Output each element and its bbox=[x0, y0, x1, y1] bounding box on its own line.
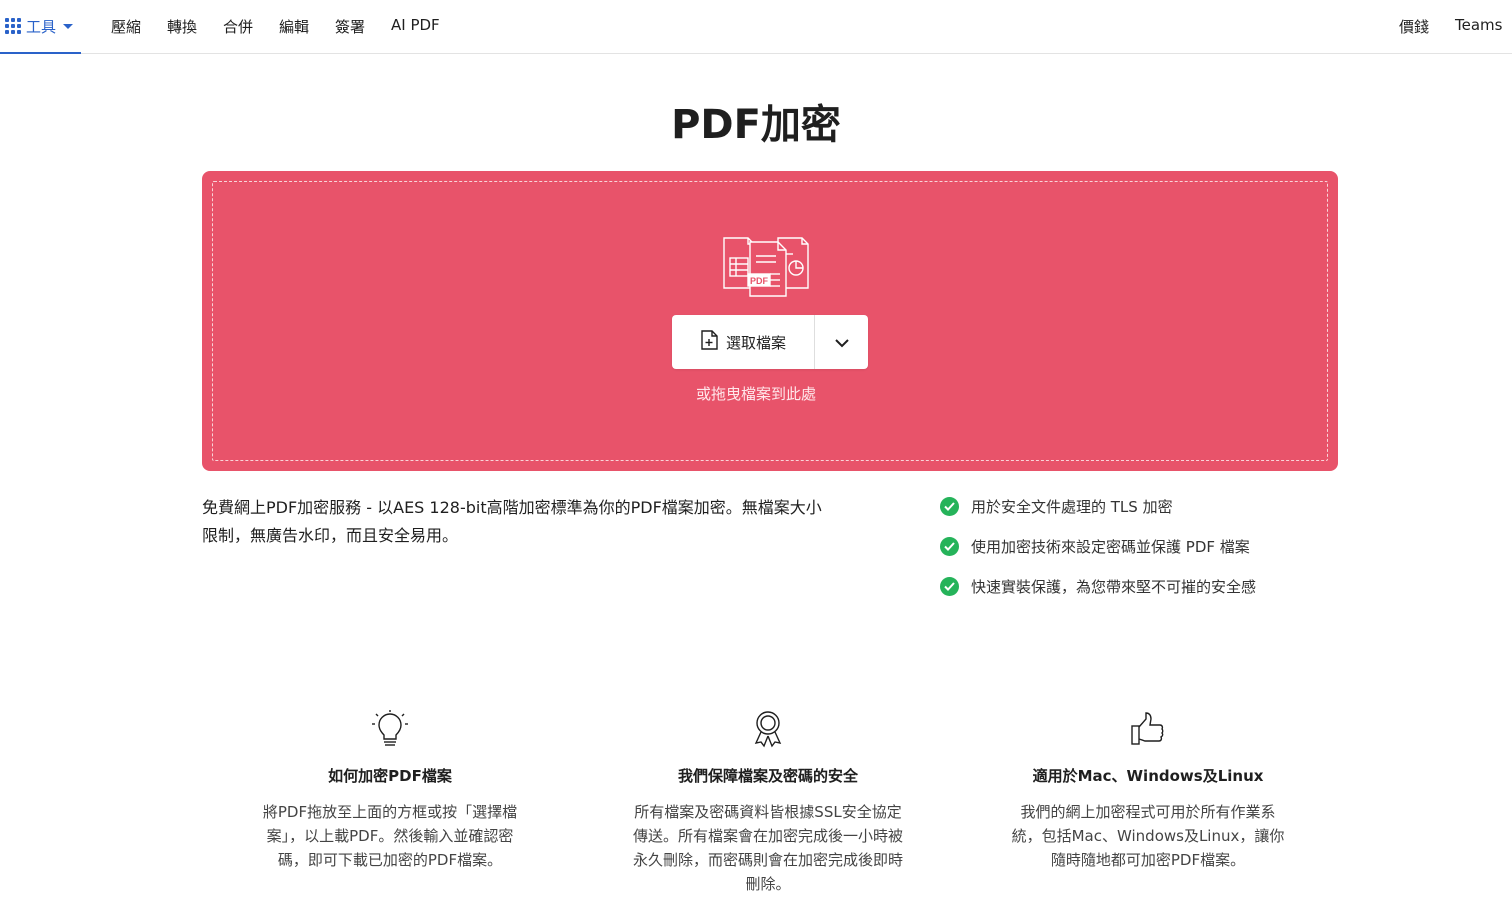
intro-description: 免費網上PDF加密服務 - 以AES 128-bit高階加密標準為你的PDF檔案… bbox=[202, 498, 822, 545]
feature-item: 用於安全文件處理的 TLS 加密 bbox=[940, 494, 1340, 518]
thumbs-up-icon bbox=[998, 708, 1298, 750]
tools-menu-button[interactable]: 工具 bbox=[0, 0, 81, 54]
page-title: PDF加密 bbox=[671, 102, 841, 148]
check-circle-icon bbox=[940, 496, 959, 516]
feature-text: 快速實裝保護，為您帶來堅不可摧的安全感 bbox=[971, 577, 1257, 596]
tools-menu-label: 工具 bbox=[26, 17, 57, 36]
nav-link-sign[interactable]: 簽署 bbox=[335, 16, 365, 37]
lightbulb-icon bbox=[240, 708, 540, 750]
caret-down-icon bbox=[63, 23, 74, 29]
feature-list: 用於安全文件處理的 TLS 加密 使用加密技術來設定密碼並保護 PDF 檔案 快… bbox=[940, 494, 1340, 614]
choose-source-dropdown[interactable] bbox=[815, 315, 868, 369]
info-column-how-to: 如何加密PDF檔案 將PDF拖放至上面的方框或按「選擇檔案」，以上載PDF。然後… bbox=[240, 708, 540, 872]
nav-link-pricing[interactable]: 價錢 bbox=[1399, 16, 1429, 37]
check-circle-icon bbox=[940, 536, 959, 556]
info-body: 所有檔案及密碼資料皆根據SSL安全協定傳送。所有檔案會在加密完成後一小時被永久刪… bbox=[632, 803, 903, 893]
info-title: 我們保障檔案及密碼的安全 bbox=[677, 767, 858, 785]
top-nav: 工具 壓縮 轉換 合併 編輯 簽署 AI PDF 價錢 Teams bbox=[0, 0, 1512, 54]
nav-link-edit[interactable]: 編輯 bbox=[279, 16, 309, 37]
apps-grid-icon bbox=[5, 18, 21, 34]
nav-link-ai-pdf[interactable]: AI PDF bbox=[391, 16, 440, 34]
nav-link-merge[interactable]: 合併 bbox=[223, 16, 253, 37]
feature-text: 使用加密技術來設定密碼並保護 PDF 檔案 bbox=[971, 537, 1250, 556]
documents-icon: PDF bbox=[720, 234, 820, 298]
feature-item: 快速實裝保護，為您帶來堅不可摧的安全感 bbox=[940, 574, 1340, 598]
info-body: 將PDF拖放至上面的方框或按「選擇檔案」，以上載PDF。然後輸入並確認密碼，即可… bbox=[262, 803, 518, 869]
check-circle-icon bbox=[940, 576, 959, 596]
nav-link-compress[interactable]: 壓縮 bbox=[111, 16, 141, 37]
chevron-down-icon bbox=[834, 333, 849, 352]
choose-file-button[interactable]: 選取檔案 bbox=[672, 315, 815, 369]
nav-link-teams[interactable]: Teams bbox=[1455, 16, 1502, 34]
pdf-badge-label: PDF bbox=[750, 276, 769, 286]
feature-item: 使用加密技術來設定密碼並保護 PDF 檔案 bbox=[940, 534, 1340, 558]
info-title: 適用於Mac、Windows及Linux bbox=[1032, 767, 1264, 785]
choose-file-label: 選取檔案 bbox=[725, 333, 786, 352]
info-title: 如何加密PDF檔案 bbox=[328, 767, 452, 785]
choose-file-group: 選取檔案 bbox=[672, 315, 868, 369]
info-body: 我們的網上加密程式可用於所有作業系統，包括Mac、Windows及Linux，讓… bbox=[1011, 803, 1285, 869]
drop-hint-text: 或拖曳檔案到此處 bbox=[695, 385, 816, 403]
feature-text: 用於安全文件處理的 TLS 加密 bbox=[971, 497, 1173, 516]
info-column-platforms: 適用於Mac、Windows及Linux 我們的網上加密程式可用於所有作業系統，… bbox=[998, 708, 1298, 872]
nav-link-convert[interactable]: 轉換 bbox=[167, 16, 197, 37]
file-add-icon bbox=[700, 330, 718, 354]
info-column-security: 我們保障檔案及密碼的安全 所有檔案及密碼資料皆根據SSL安全協定傳送。所有檔案會… bbox=[618, 708, 918, 896]
award-ribbon-icon bbox=[618, 708, 918, 750]
